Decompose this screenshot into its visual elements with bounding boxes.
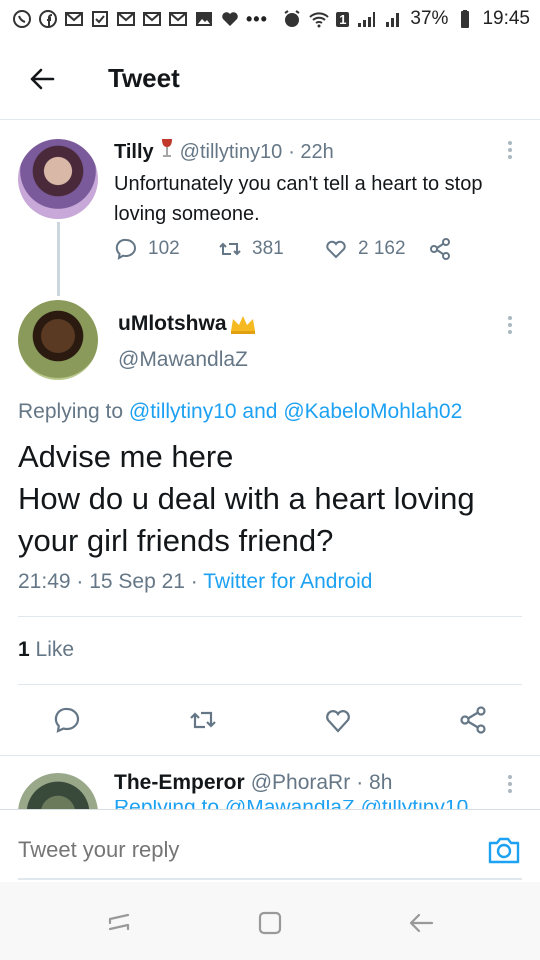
tweet-author-row: Tilly @tillytiny10 · 22h: [114, 138, 334, 164]
author-name[interactable]: The-Emperor: [114, 771, 245, 795]
reply-button[interactable]: 102: [114, 237, 218, 261]
page-title: Tweet: [108, 63, 180, 93]
system-nav-bar: [0, 882, 540, 960]
author-name[interactable]: Tilly: [114, 141, 154, 164]
gmail-icon: [142, 9, 162, 29]
gmail-icon: [168, 9, 188, 29]
reply-count: 102: [148, 238, 180, 259]
tweet-text: Advise me here How do u deal with a hear…: [18, 436, 528, 562]
retweet-icon: [219, 242, 241, 256]
more-vertical-icon: [508, 141, 512, 159]
author-name[interactable]: uMlotshwa: [118, 312, 227, 336]
retweet-icon: [190, 711, 216, 729]
like-count: 2 162: [358, 238, 406, 259]
like-button[interactable]: 2 162: [324, 237, 428, 261]
tweet-actions: 102 381 2 162: [114, 237, 452, 261]
tweet-actions: [0, 700, 540, 740]
tweet-source-link[interactable]: Twitter for Android: [203, 570, 372, 593]
avatar[interactable]: [18, 300, 98, 380]
battery-percent: 37%: [410, 8, 449, 29]
mention-link[interactable]: @KabeloMohlah02: [283, 400, 462, 423]
tweet-text: Unfortunately you can't tell a heart to …: [114, 173, 483, 225]
tweet-time: 21:49 · 15 Sep 21 ·: [18, 570, 204, 593]
signal-icon: [383, 9, 403, 29]
replying-to: Replying to @tillytiny10 and @KabeloMohl…: [18, 400, 462, 424]
home-button[interactable]: [255, 908, 285, 938]
crown-icon: [230, 316, 255, 334]
share-icon: [460, 706, 486, 734]
like-total: 1: [18, 638, 30, 661]
system-icons: 1 37% 19:45: [282, 8, 530, 30]
reply-composer: [0, 809, 540, 881]
like-label: Like: [29, 638, 75, 661]
camera-button[interactable]: [486, 832, 522, 868]
whatsapp-icon: [12, 9, 32, 29]
retweet-button[interactable]: 381: [218, 237, 324, 261]
facebook-icon: [38, 9, 58, 29]
tweet-author-row: The-Emperor @PhoraRr · 8h: [114, 771, 392, 795]
more-options-button[interactable]: [502, 138, 518, 162]
tweet-author-row: uMlotshwa: [118, 312, 257, 336]
replying-and: and: [236, 400, 284, 423]
divider: [18, 684, 522, 685]
thread-connector: [57, 222, 60, 296]
parent-tweet[interactable]: Tilly @tillytiny10 · 22h Unfortunately y…: [0, 121, 540, 291]
author-handle[interactable]: @MawandlaZ: [118, 348, 248, 372]
arrow-left-icon: [30, 68, 55, 89]
reply-button[interactable]: [52, 705, 82, 735]
reply-input[interactable]: [18, 830, 458, 870]
reply-icon: [54, 707, 80, 733]
retweet-count: 381: [252, 238, 284, 259]
more-options-button[interactable]: [502, 313, 518, 337]
mention-link[interactable]: @tillytiny10: [129, 400, 237, 423]
gmail-icon: [116, 9, 136, 29]
gmail-icon: [64, 9, 84, 29]
more-vertical-icon: [508, 316, 512, 334]
reply-icon: [115, 238, 136, 260]
likes-summary[interactable]: 1 Like: [18, 638, 74, 662]
back-nav-button[interactable]: [406, 908, 436, 938]
more-notifications-icon: •••: [246, 8, 268, 29]
checkbox-icon: [90, 9, 110, 29]
home-icon: [258, 911, 282, 935]
author-handle[interactable]: @tillytiny10: [180, 141, 283, 164]
share-icon: [430, 238, 450, 260]
author-handle[interactable]: @PhoraRr: [251, 771, 351, 795]
wine-glass-icon: [161, 139, 172, 157]
camera-icon: [488, 837, 520, 864]
wifi-icon: [309, 9, 329, 29]
notification-icons: •••: [12, 9, 268, 30]
divider: [18, 616, 522, 617]
tweet-text-line: How do u deal with a heart loving your g…: [18, 481, 475, 558]
tweet-text-line: Advise me here: [18, 439, 234, 474]
heart-outline-icon: [326, 710, 350, 733]
share-button[interactable]: [428, 237, 452, 261]
recent-apps-icon: [108, 913, 130, 931]
status-bar: ••• 1 37% 19:45: [0, 0, 540, 38]
share-button[interactable]: [458, 705, 488, 735]
image-icon: [194, 9, 214, 29]
like-button[interactable]: [323, 705, 353, 735]
input-underline: [18, 878, 522, 880]
app-header: Tweet: [0, 38, 540, 120]
heart-icon: [220, 9, 240, 29]
tweet-time: · 22h: [288, 141, 334, 163]
heart-outline-icon: [326, 240, 346, 259]
avatar[interactable]: [18, 139, 98, 219]
retweet-button[interactable]: [188, 705, 218, 735]
sim-badge: 1: [336, 11, 350, 27]
more-vertical-icon: [508, 775, 512, 793]
more-options-button[interactable]: [502, 772, 518, 796]
clock: 19:45: [482, 8, 530, 29]
back-arrow-icon: [409, 913, 434, 933]
tweet-timestamp: 21:49 · 15 Sep 21 · Twitter for Android: [18, 570, 373, 594]
divider: [0, 755, 540, 756]
back-button[interactable]: [0, 38, 84, 120]
alarm-icon: [282, 9, 302, 29]
battery-icon: [455, 9, 475, 29]
recent-apps-button[interactable]: [104, 908, 134, 938]
replying-prefix: Replying to: [18, 400, 129, 423]
tweet-time: · 8h: [356, 771, 393, 794]
signal-icon: [356, 9, 376, 29]
